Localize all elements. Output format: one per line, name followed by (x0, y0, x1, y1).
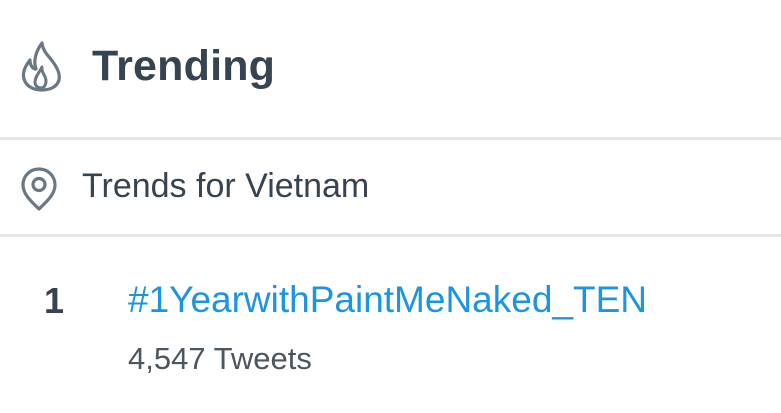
trend-rank: 1 (44, 280, 65, 321)
location-selector[interactable]: Trends for Vietnam (0, 140, 781, 234)
trending-panel: Trending Trends for Vietnam 1 #1Yearwith… (0, 0, 781, 413)
trend-hashtag-link[interactable]: #1YearwithPaintMeNaked_TEN (128, 277, 647, 323)
trend-tweet-count: 4,547 Tweets (128, 341, 312, 376)
location-pin-icon (21, 167, 57, 211)
trending-header: Trending (0, 0, 781, 138)
location-label: Trends for Vietnam (82, 167, 370, 205)
trend-item[interactable]: 1 #1YearwithPaintMeNaked_TEN 4,547 Tweet… (0, 237, 781, 413)
flame-icon (21, 41, 61, 92)
page-title: Trending (92, 42, 276, 90)
